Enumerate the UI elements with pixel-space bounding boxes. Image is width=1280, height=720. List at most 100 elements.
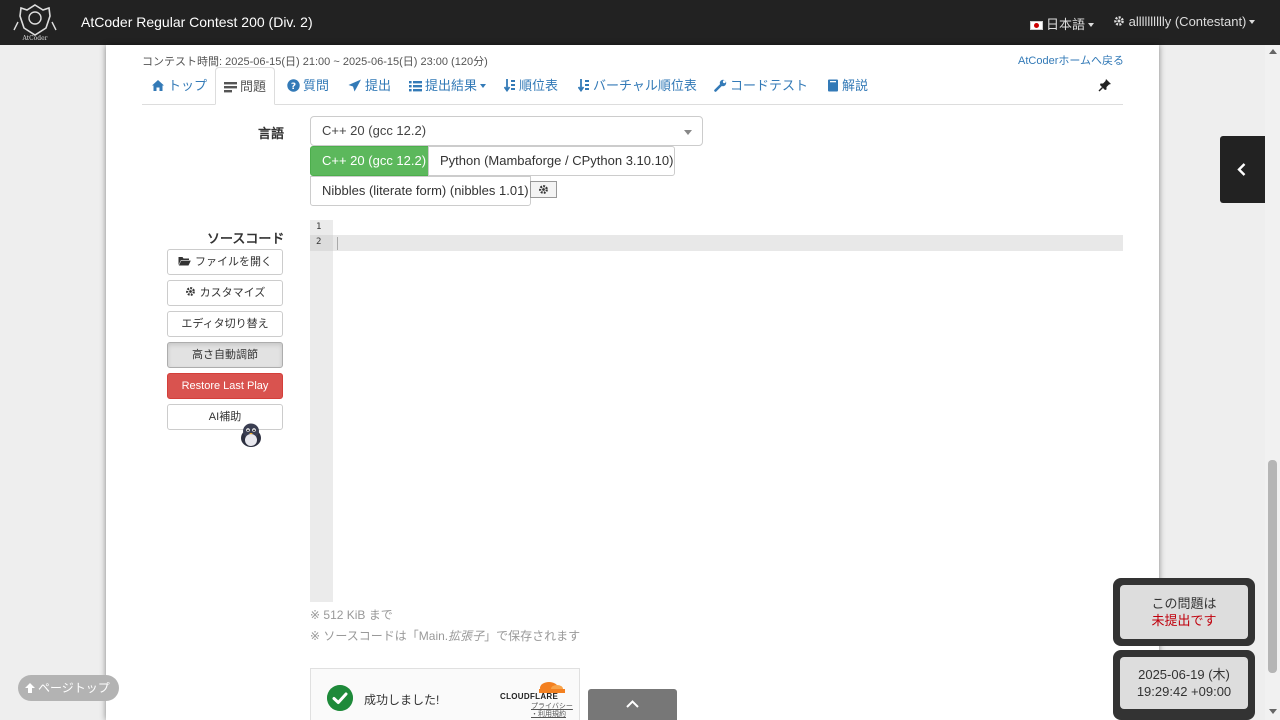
contest-title[interactable]: AtCoder Regular Contest 200 (Div. 2) [81,14,313,30]
tab-code-test[interactable]: コードテスト [714,67,808,105]
note-text: 」で保存されます [484,629,581,643]
cloudflare-turnstile[interactable]: 成功しました! CLOUDFLARE プライバシー ・利用規約 [310,668,580,720]
svg-text:?: ? [291,82,296,92]
chevron-up-icon [626,700,639,708]
status-panel: この問題は 未提出です [1120,585,1248,639]
page-scrollbar[interactable] [1265,45,1280,720]
tab-label: 問題 [240,79,267,94]
language-settings-button[interactable] [530,181,557,198]
tab-virtual-standings[interactable]: バーチャル順位表 [577,67,697,105]
user-dropdown[interactable]: alllllllllly (Contestant) [1113,14,1256,29]
button-label: カスタマイズ [199,287,266,299]
cloudflare-logo-text: CLOUDFLARE [500,692,559,701]
note-extension: 拡張子 [448,629,485,643]
text-cursor [337,237,338,250]
button-label: ファイルを開く [195,256,272,268]
book-icon [828,79,838,92]
svg-text:AtCoder: AtCoder [21,35,47,42]
list-icon [409,81,422,92]
user-label: alllllllllly (Contestant) [1128,14,1247,29]
question-icon: ? [287,79,300,92]
open-file-button[interactable]: ファイルを開く [167,249,283,275]
tab-top[interactable]: トップ [151,67,207,105]
scroll-thumb[interactable] [1268,460,1277,673]
line-number: 2 [316,237,322,247]
tab-clarifications[interactable]: ? 質問 [287,67,329,105]
penguin-mascot-icon[interactable] [238,420,264,448]
ai-assist-button[interactable]: AI補助 [167,404,283,430]
tab-label: コードテスト [730,78,809,93]
clock-widget: 2025-06-19 (木) 19:29:42 +09:00 [1113,650,1255,720]
line-number: 1 [316,222,322,232]
gear-icon [1114,16,1124,26]
privacy-link[interactable]: プライバシー [531,703,573,711]
arrow-up-icon [25,683,35,693]
submission-status-widget: この問題は 未提出です [1113,578,1255,646]
folder-open-icon [178,257,191,266]
customize-button[interactable]: カスタマイズ [167,280,283,306]
tab-submit[interactable]: 提出 [348,67,391,105]
active-line-gutter [310,235,333,251]
verification-status: 成功しました! [364,693,440,707]
language-select-value: C++ 20 (gcc 12.2) [322,123,427,138]
language-label: 言語 [258,126,285,141]
scroll-up-button[interactable] [588,689,677,720]
status-line: この問題は [1151,596,1217,611]
clock-time: 19:29:42 +09:00 [1136,684,1232,699]
note-text: ※ ソースコードは「Main. [310,629,449,643]
size-limit-note: ※ 512 KiB まで [310,608,393,622]
tab-label: 解説 [842,78,869,93]
scroll-down-arrow-icon[interactable] [1269,709,1277,714]
restore-last-play-button[interactable]: Restore Last Play [167,373,283,399]
atcoder-logo[interactable]: AtCoder [12,2,58,42]
caret-down-icon [684,130,692,135]
page-top-label: ページトップ [38,681,110,695]
cloudflare-cloud-icon [539,682,565,693]
language-dropdown[interactable]: 日本語 [1030,14,1095,33]
language-label: 日本語 [1046,17,1086,32]
caret-down-icon [1088,23,1095,27]
tab-label: 提出 [365,78,392,93]
top-navbar: AtCoder AtCoder Regular Contest 200 (Div… [0,0,1280,45]
check-circle-icon [327,685,353,711]
home-icon [152,80,164,91]
clock-panel: 2025-06-19 (木) 19:29:42 +09:00 [1120,657,1248,709]
language-select[interactable]: C++ 20 (gcc 12.2) [310,116,703,146]
wrench-icon [714,79,727,92]
home-link[interactable]: AtCoderホームへ戻る [1018,52,1124,68]
sort-icon [577,79,589,93]
tab-tasks[interactable]: 問題 [215,67,276,105]
lang-button-python[interactable]: Python (Mambaforge / CPython 3.10.10) [428,146,675,176]
pin-icon[interactable] [1098,78,1112,92]
code-editor[interactable]: 1 2 [310,220,1123,602]
contest-tabs: トップ 問題 ? 質問 提出 提出結果 順位表 バーチャル順位表 コードテスト 解… [142,67,1123,105]
send-icon [348,79,361,92]
lang-button-cpp[interactable]: C++ 20 (gcc 12.2) [310,146,439,176]
tab-results[interactable]: 提出結果 [409,67,487,105]
japan-flag-icon [1030,21,1043,30]
gear-icon [539,185,548,194]
lang-button-nibbles[interactable]: Nibbles (literate form) (nibbles 1.01) [310,176,531,206]
tab-label: トップ [168,78,208,93]
switch-editor-button[interactable]: エディタ切り替え [167,311,283,337]
auto-height-button[interactable]: 高さ自動調節 [167,342,283,368]
tab-standings[interactable]: 順位表 [503,67,558,105]
sort-icon [503,79,515,93]
tab-label: 提出結果 [425,78,478,93]
terms-link[interactable]: ・利用規約 [531,711,573,719]
page-top-button[interactable]: ページトップ [18,675,119,701]
editor-gutter [310,220,333,602]
scroll-up-arrow-icon[interactable] [1269,49,1277,54]
source-code-label: ソースコード [207,231,285,246]
status-unsubmitted: 未提出です [1151,613,1217,628]
caret-down-icon [1249,20,1256,24]
active-line-highlight [333,235,1123,251]
cloudflare-links[interactable]: プライバシー ・利用規約 [531,703,573,719]
tab-label: 質問 [303,78,330,93]
clock-date: 2025-06-19 (木) [1138,667,1230,682]
save-filename-note: ※ ソースコードは「Main.拡張子」で保存されます [310,627,580,644]
tab-editorial[interactable]: 解説 [827,67,868,105]
list-icon [224,82,237,93]
gear-icon [185,287,195,296]
sidebar-toggle-button[interactable] [1220,136,1265,203]
